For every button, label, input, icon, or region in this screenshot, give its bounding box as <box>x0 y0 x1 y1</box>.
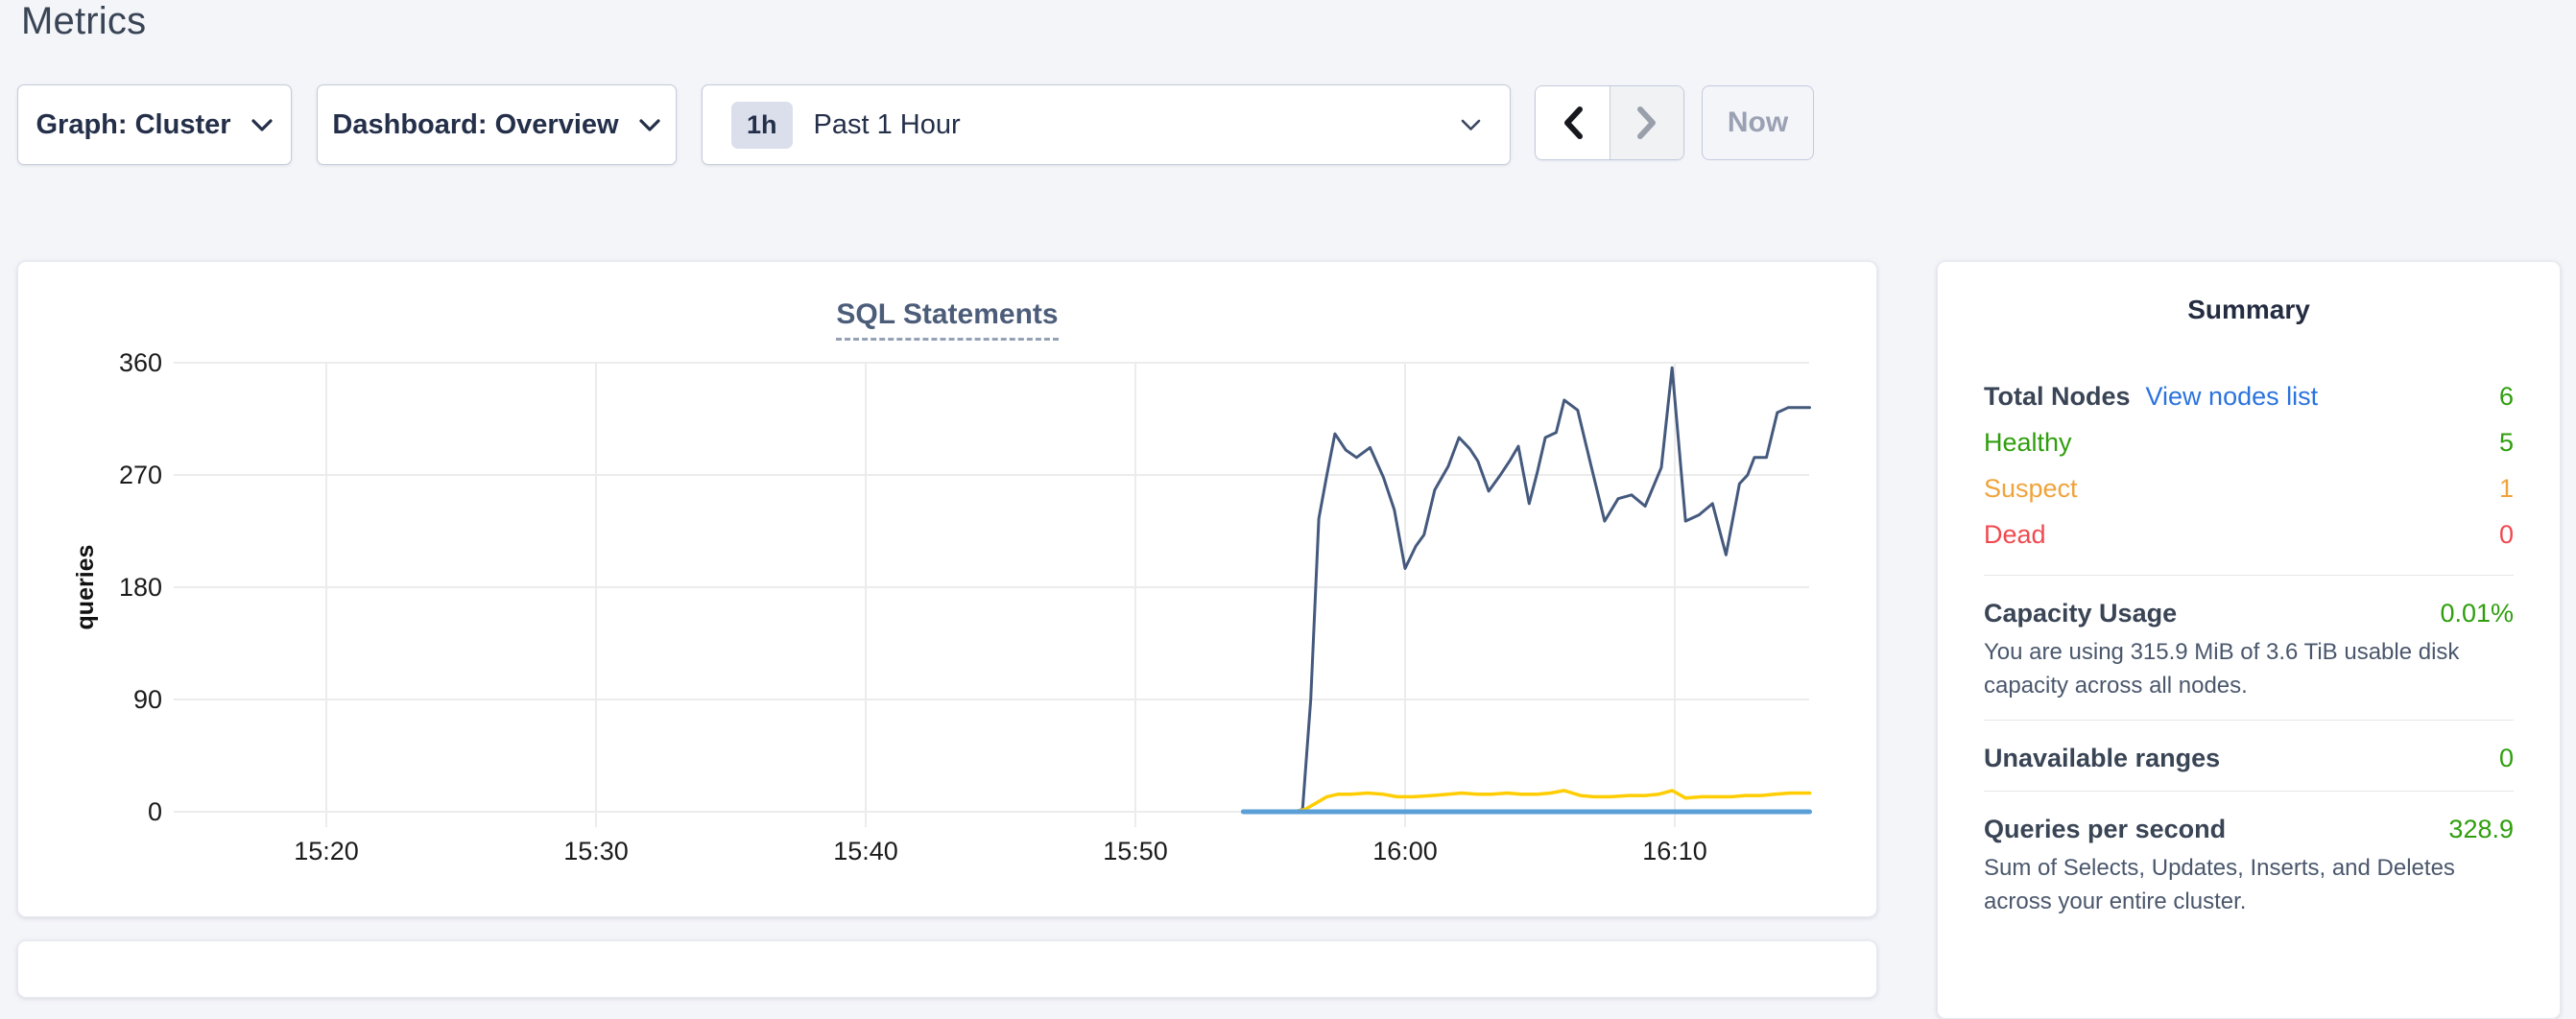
healthy-label: Healthy <box>1984 428 2072 458</box>
capacity-usage-section: Capacity Usage 0.01% You are using 315.9… <box>1984 599 2514 702</box>
suspect-nodes-row: Suspect 1 <box>1984 465 2514 511</box>
svg-text:0: 0 <box>148 797 162 826</box>
dead-nodes-row: Dead 0 <box>1984 511 2514 557</box>
svg-text:360: 360 <box>119 348 162 377</box>
time-forward-button[interactable] <box>1610 86 1683 159</box>
summary-card: Summary Total Nodes View nodes list 6 He… <box>1937 261 2561 1019</box>
svg-text:16:10: 16:10 <box>1642 837 1707 865</box>
time-range-dropdown[interactable]: 1h Past 1 Hour <box>702 84 1511 165</box>
unavailable-ranges-label: Unavailable ranges <box>1984 744 2220 773</box>
divider <box>1984 575 2514 576</box>
queries-per-second-value: 328.9 <box>2448 815 2514 844</box>
sql-statements-chart[interactable]: 0 90 180 270 360 15:20 15:30 15:40 15:50 16:00 16:… <box>18 262 1878 918</box>
graph-dropdown[interactable]: Graph: Cluster <box>17 84 292 165</box>
capacity-usage-label: Capacity Usage <box>1984 599 2177 628</box>
svg-text:15:30: 15:30 <box>563 837 629 865</box>
total-nodes-value: 6 <box>2499 382 2514 412</box>
suspect-value: 1 <box>2499 474 2514 504</box>
time-range-label: Past 1 Hour <box>814 109 961 141</box>
graph-dropdown-label: Graph: Cluster <box>36 109 230 141</box>
time-nav-group <box>1535 85 1684 160</box>
unavailable-ranges-section: Unavailable ranges 0 <box>1984 744 2514 773</box>
svg-text:270: 270 <box>119 461 162 489</box>
now-button[interactable]: Now <box>1702 85 1814 160</box>
dead-label: Dead <box>1984 520 2046 550</box>
divider <box>1984 720 2514 721</box>
queries-per-second-label: Queries per second <box>1984 815 2226 844</box>
dashboard-dropdown-label: Dashboard: Overview <box>332 109 618 141</box>
suspect-label: Suspect <box>1984 474 2078 504</box>
queries-per-second-description: Sum of Selects, Updates, Inserts, and De… <box>1984 851 2514 918</box>
chevron-down-icon <box>638 118 661 132</box>
chevron-right-icon <box>1634 105 1660 141</box>
time-range-badge: 1h <box>731 102 793 149</box>
healthy-value: 5 <box>2499 428 2514 458</box>
svg-text:15:40: 15:40 <box>833 837 898 865</box>
svg-text:queries: queries <box>72 545 99 630</box>
summary-title: Summary <box>1984 295 2514 325</box>
next-chart-card-partial <box>17 940 1877 998</box>
svg-text:16:00: 16:00 <box>1372 837 1438 865</box>
chevron-down-icon <box>1461 119 1481 131</box>
svg-text:180: 180 <box>119 573 162 602</box>
queries-per-second-section: Queries per second 328.9 Sum of Selects,… <box>1984 815 2514 918</box>
svg-text:15:20: 15:20 <box>294 837 359 865</box>
divider <box>1984 791 2514 792</box>
svg-text:90: 90 <box>133 685 162 714</box>
node-status-rows: Total Nodes View nodes list 6 Healthy 5 … <box>1984 373 2514 557</box>
total-nodes-row: Total Nodes View nodes list 6 <box>1984 373 2514 419</box>
sql-statements-card: SQL Statements 0 90 180 270 360 15:20 15:30 15:… <box>17 261 1877 917</box>
capacity-usage-description: You are using 315.9 MiB of 3.6 TiB usabl… <box>1984 635 2514 702</box>
healthy-nodes-row: Healthy 5 <box>1984 419 2514 465</box>
view-nodes-link[interactable]: View nodes list <box>2146 382 2319 412</box>
dashboard-dropdown[interactable]: Dashboard: Overview <box>317 84 677 165</box>
dead-value: 0 <box>2499 520 2514 550</box>
capacity-usage-value: 0.01% <box>2440 599 2514 628</box>
chevron-down-icon <box>250 118 274 132</box>
chevron-left-icon <box>1560 105 1586 141</box>
unavailable-ranges-value: 0 <box>2499 744 2514 773</box>
total-nodes-label: Total Nodes <box>1984 382 2131 412</box>
time-back-button[interactable] <box>1536 86 1610 159</box>
svg-text:15:50: 15:50 <box>1103 837 1168 865</box>
page-title: Metrics <box>21 0 146 43</box>
chart-title[interactable]: SQL Statements <box>836 298 1058 341</box>
